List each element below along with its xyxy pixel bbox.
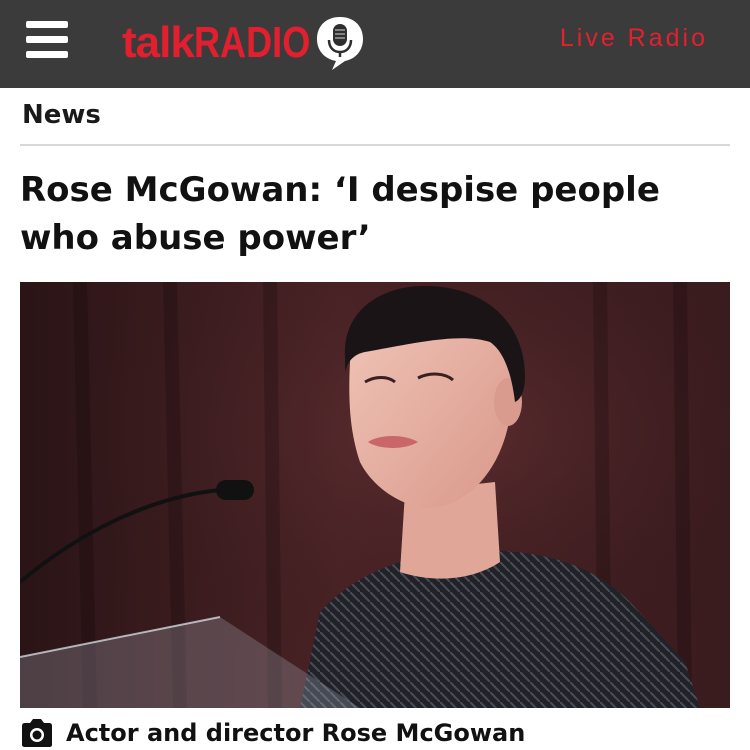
speaker-photo <box>20 282 730 708</box>
microphone-speech-bubble-icon <box>317 17 363 70</box>
image-caption: Actor and director Rose McGowan <box>20 718 525 748</box>
article-headline: Rose McGowan: ‘I despise people who abus… <box>20 170 660 258</box>
logo-radio: RADIO <box>193 18 311 67</box>
hamburger-menu-icon <box>26 21 68 28</box>
section-label-news[interactable]: News <box>22 100 101 130</box>
hamburger-menu-icon-bar <box>26 36 68 43</box>
section-divider <box>20 144 730 146</box>
hamburger-menu-button[interactable] <box>22 19 72 59</box>
top-nav-bar: talkRADIO Live Radio <box>0 0 750 88</box>
talkradio-logo[interactable]: talkRADIO <box>122 14 363 72</box>
camera-icon <box>22 719 52 747</box>
caption-text: Actor and director Rose McGowan <box>66 719 526 747</box>
logo-wordmark: talkRADIO <box>122 21 336 65</box>
article-hero-image[interactable] <box>20 282 730 708</box>
hamburger-menu-icon-bar <box>26 51 68 58</box>
logo-talk: talk <box>122 18 195 67</box>
live-radio-link[interactable]: Live Radio <box>560 24 708 53</box>
